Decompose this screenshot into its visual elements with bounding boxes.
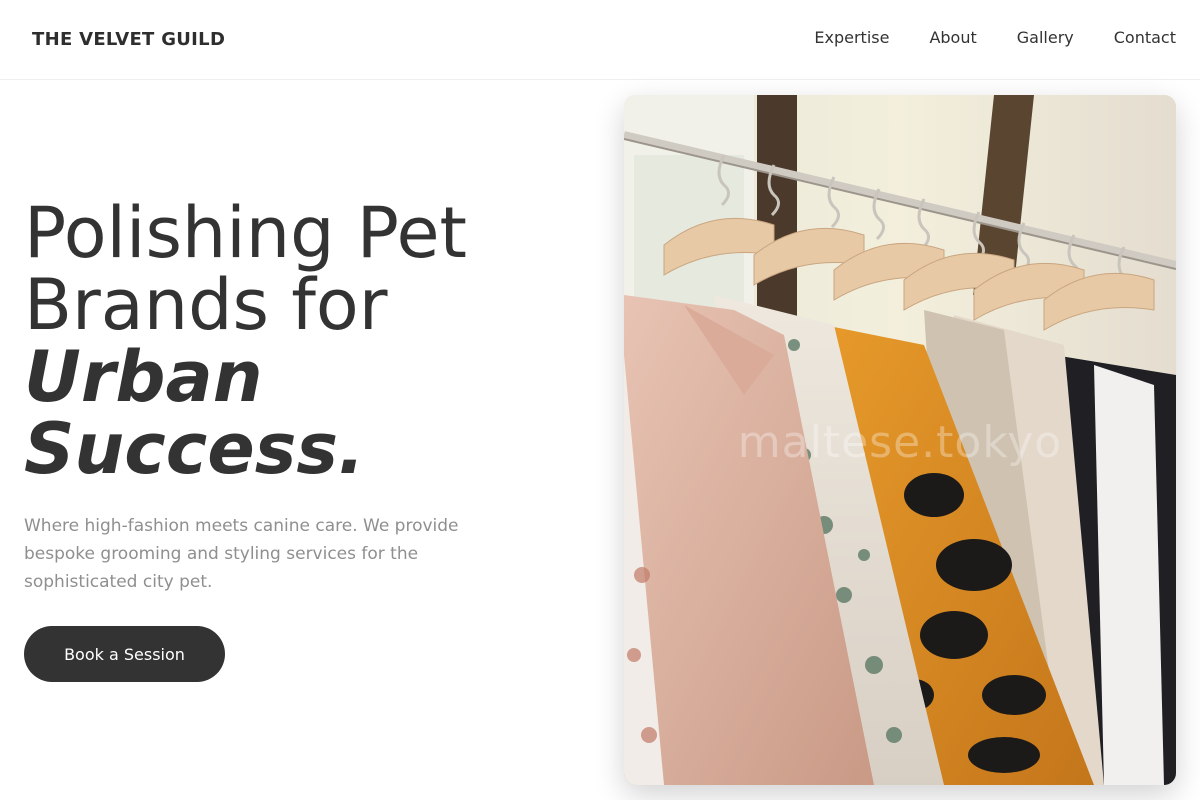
site-header: THE VELVET GUILD Expertise About Gallery…	[0, 0, 1200, 80]
hero-title: Polishing Pet Brands for Urban Success.	[24, 197, 584, 485]
image-watermark: maltese.tokyo	[737, 417, 1063, 468]
nav-contact[interactable]: Contact	[1114, 29, 1176, 47]
hero-title-emphasis-2: Success.	[24, 408, 365, 490]
brand-logo[interactable]: THE VELVET GUILD	[32, 29, 225, 50]
hero-image: maltese.tokyo	[624, 95, 1176, 785]
hero-subtitle: Where high-fashion meets canine care. We…	[24, 516, 459, 592]
nav-about[interactable]: About	[929, 29, 976, 47]
main-nav: Expertise About Gallery Contact	[774, 29, 1176, 47]
nav-gallery[interactable]: Gallery	[1017, 29, 1074, 47]
hero-title-line-2: Brands for	[24, 264, 388, 346]
hero-title-line-1: Polishing Pet	[24, 192, 468, 274]
hero-title-emphasis-1: Urban	[24, 336, 263, 418]
nav-expertise[interactable]: Expertise	[814, 29, 889, 47]
book-session-button[interactable]: Book a Session	[24, 626, 225, 682]
